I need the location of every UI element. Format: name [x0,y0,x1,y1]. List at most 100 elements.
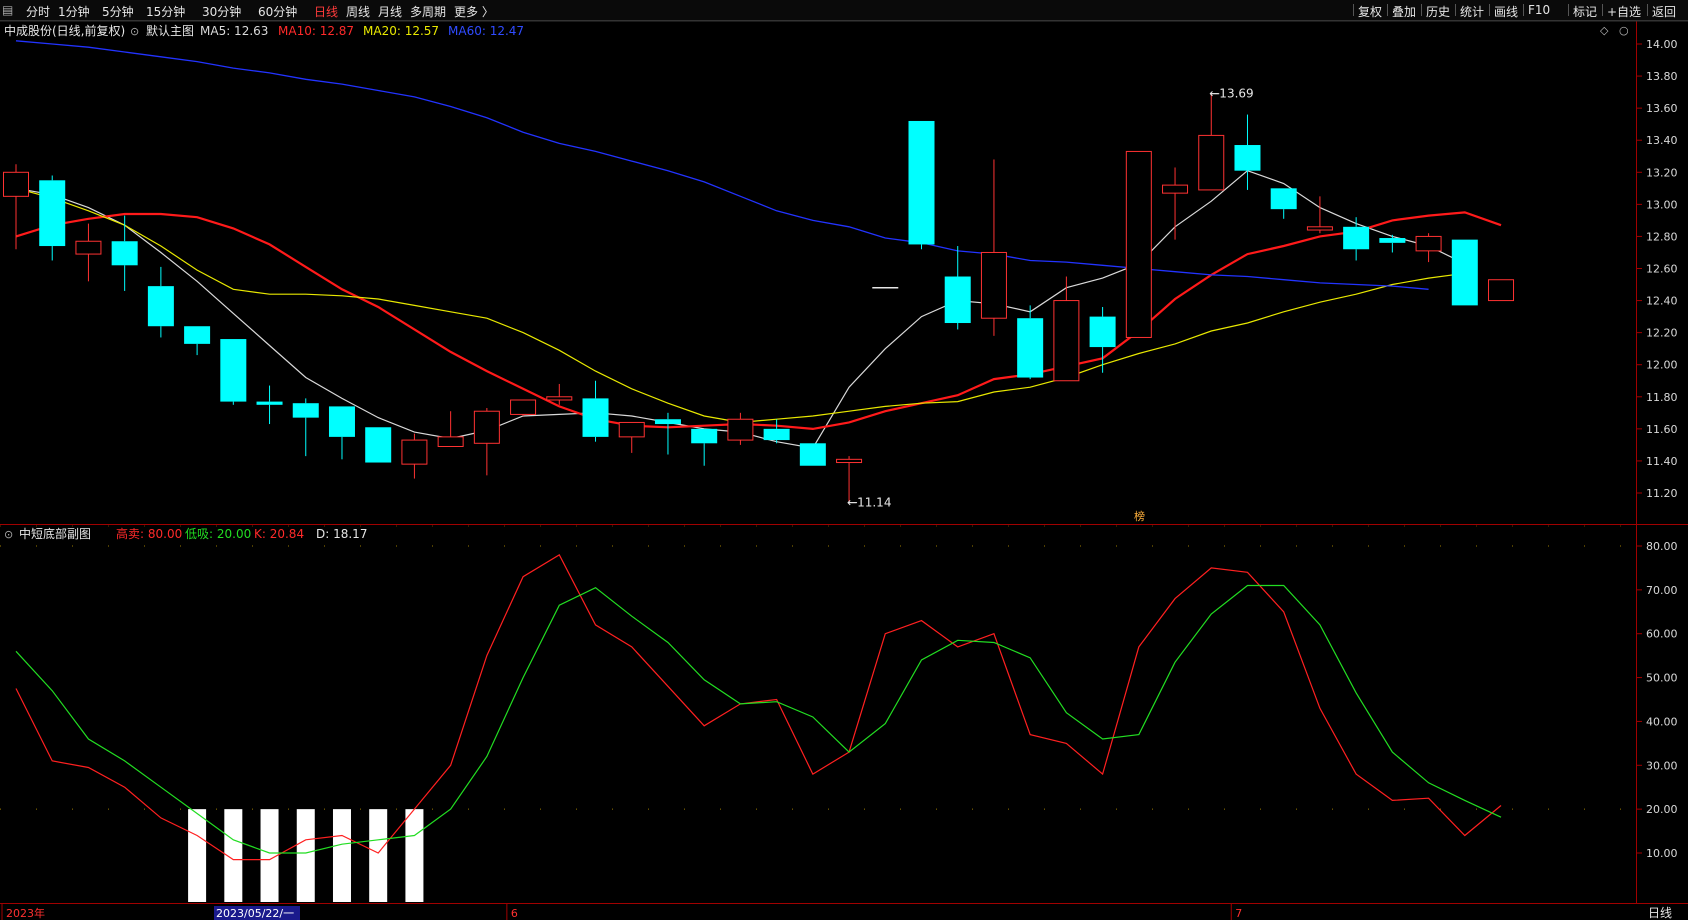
price-tick-label: 13.20 [1646,166,1678,179]
rank-marker[interactable]: 榜 [1134,509,1145,523]
period-tab-3[interactable]: 15分钟 [146,3,185,20]
subchart-param: D: 18.17 [316,527,367,541]
signal-bar [369,809,388,902]
indicator-tick-label: 50.00 [1646,672,1678,685]
candle-body-down [1451,239,1478,306]
subchart-title: 中短底部副图 [19,526,91,541]
candle-body-down [944,276,971,324]
candle-body-up [401,439,428,465]
price-tick-label: 14.00 [1646,38,1678,51]
period-tab-8[interactable]: 月线 [378,3,402,20]
period-tab-0[interactable]: 分时 [26,3,50,20]
signal-bar [405,809,424,902]
candle-body-up [510,399,537,415]
candle[interactable] [799,443,826,466]
indicator-tick-label: 40.00 [1646,715,1678,728]
candle-body-down [184,326,211,344]
period-tab-2[interactable]: 5分钟 [102,3,134,20]
indicator-tick-label: 30.00 [1646,759,1678,772]
candle[interactable] [1125,150,1152,338]
candle-body-down [111,241,138,266]
candle-body-down [582,398,609,437]
candle-body-up [1306,226,1333,231]
period-tab-6[interactable]: 日线 [314,3,338,20]
stock-chart[interactable]: 14.00 13.80 13.60 13.40 13.20 13.00 12.80 12.60… [0,21,1688,920]
candle-body-down [220,339,247,402]
chart-background [0,21,1688,920]
candle[interactable] [220,339,247,405]
candle-body-down [654,419,681,425]
tool-button-8[interactable]: 返回 [1652,3,1676,20]
tool-button-1[interactable]: 叠加 [1392,3,1416,20]
candle-body-up [473,410,500,444]
tool-separator [1387,4,1388,16]
price-tick-label: 13.60 [1646,102,1678,115]
candle-body-down [256,401,283,405]
tool-separator [1568,4,1569,16]
diamond-icon[interactable]: ◇ [1600,24,1609,37]
price-tick-label: 11.60 [1646,423,1678,436]
tool-button-3[interactable]: 统计 [1460,3,1484,20]
subchart-param: 低吸: 20.00 [185,527,251,541]
period-tab-4[interactable]: 30分钟 [202,3,241,20]
candle-body-down [1270,188,1297,210]
ma-legend-item: MA20: 12.57 [363,24,439,38]
price-tick-label: 12.20 [1646,327,1678,340]
tool-separator [1523,4,1524,16]
period-tab-9[interactable]: 多周期 [410,3,446,20]
period-tab-5[interactable]: 60分钟 [258,3,297,20]
tool-button-6[interactable]: 标记 [1573,3,1597,20]
period-tab-10[interactable]: 更多 〉 [454,3,494,20]
candle-body-up [980,251,1007,319]
window-menu-icon[interactable]: ▤ [2,3,13,17]
candle-body-up [1198,134,1225,191]
price-annotation: ←11.14 [847,496,891,510]
candle-body-down [365,427,392,463]
candle[interactable] [510,399,537,417]
period-tab-7[interactable]: 周线 [346,3,370,20]
tool-button-7[interactable]: +自选 [1607,3,1641,20]
candle-body-up [546,396,573,401]
price-tick-label: 12.80 [1646,230,1678,243]
candle-body-down [1379,238,1406,243]
candle-body-down [292,403,319,418]
time-axis-label: 7 [1235,907,1242,920]
tool-button-4[interactable]: 画线 [1494,3,1518,20]
period-indicator: 日线 [1648,906,1672,920]
collapse-icon[interactable]: ○ [1619,24,1629,37]
candle-body-up [727,418,754,441]
subchart-toggle-icon[interactable]: ⊙ [4,528,13,541]
candle-body-down [691,428,718,444]
candle[interactable] [908,120,935,250]
candle[interactable] [1488,279,1515,302]
candle[interactable] [365,427,392,463]
cursor-date-label: 2023/05/22/一 [216,907,294,920]
candle-body-up [1053,300,1080,382]
candle-body-up [1125,150,1152,338]
price-tick-label: 12.00 [1646,359,1678,372]
tool-separator [1647,4,1648,16]
price-tick-label: 13.00 [1646,198,1678,211]
period-tab-1[interactable]: 1分钟 [58,3,90,20]
price-tick-label: 13.80 [1646,70,1678,83]
ma-legend-item: MA5: 12.63 [200,24,268,38]
subchart-params: 高卖: 80.00 低吸: 20.00 K: 20.84 D: 18.17 [116,526,367,541]
signal-bar [188,809,207,902]
indicator-tick-label: 20.00 [1646,803,1678,816]
candle[interactable] [1451,239,1478,306]
candle-body-up [1488,279,1515,302]
tool-button-2[interactable]: 历史 [1426,3,1450,20]
candle-body-up [437,436,464,447]
tool-button-5[interactable]: F10 [1528,3,1550,17]
indicator-tick-label: 60.00 [1646,628,1678,641]
candle-body-up [1415,235,1442,252]
candle-body-down [1343,226,1370,250]
template-toggle-icon[interactable]: ⊙ [130,25,139,38]
ma-legend-item: MA60: 12.47 [448,24,524,38]
ma-legend: MA5: 12.63 MA10: 12.87 MA20: 12.57 MA60: 12… [200,24,524,38]
tool-button-0[interactable]: 复权 [1358,3,1382,20]
tool-separator [1489,4,1490,16]
template-label[interactable]: 默认主图 [146,23,194,38]
indicator-tick-label: 70.00 [1646,584,1678,597]
signal-bar [296,809,315,902]
